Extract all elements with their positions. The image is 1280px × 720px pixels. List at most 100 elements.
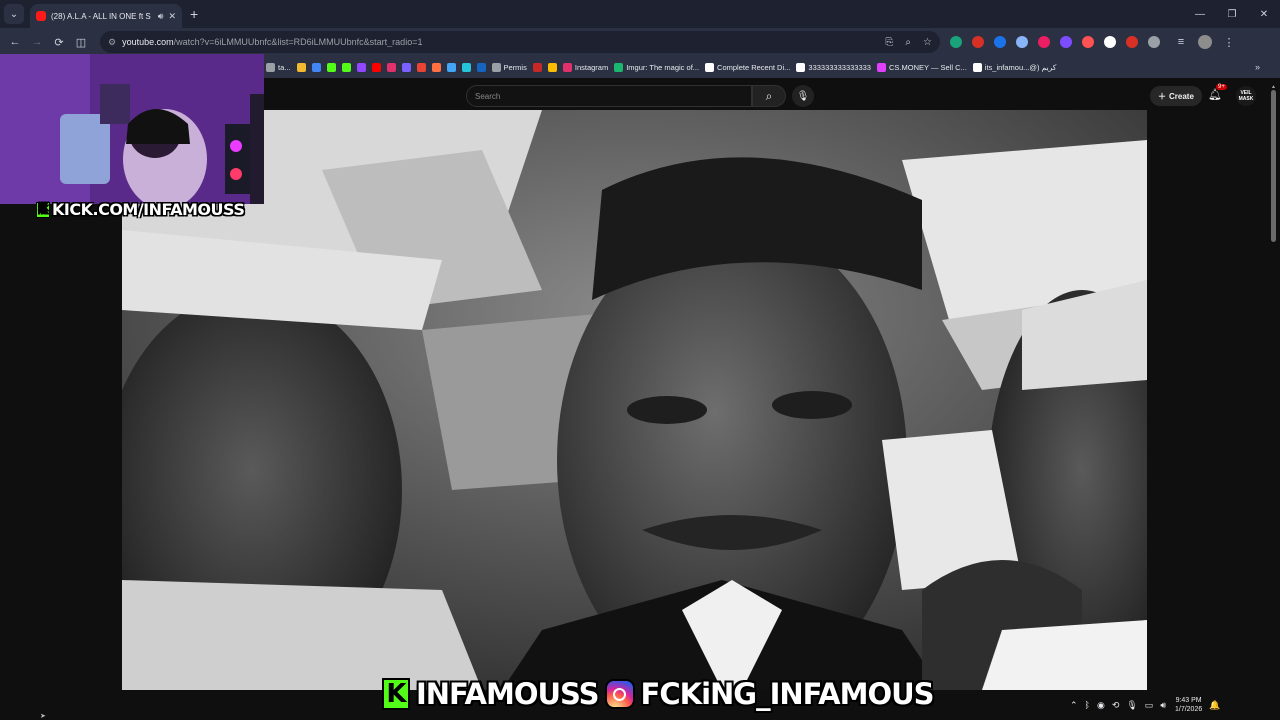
- bookmark-item[interactable]: Imgur: The magic of...: [614, 62, 700, 72]
- bookmark-item[interactable]: [476, 62, 486, 72]
- bookmark-item[interactable]: [416, 62, 426, 72]
- bookmark-item[interactable]: its_infamou...@) كريم: [972, 62, 1056, 72]
- bookmark-item[interactable]: [386, 62, 396, 72]
- extension-icon[interactable]: [1038, 36, 1050, 48]
- new-tab-button[interactable]: +: [190, 6, 198, 22]
- minimize-button[interactable]: —: [1184, 0, 1216, 28]
- bookmark-favicon-icon: [476, 62, 486, 72]
- url-text[interactable]: youtube.com/watch?v=6iLMMUUbnfc&list=RD6…: [122, 37, 873, 47]
- bookmark-favicon-icon: [326, 62, 336, 72]
- screen: ⌄ (28) A.L.A - ALL IN ONE ft S 🔊︎ ✕ + — …: [0, 0, 1280, 720]
- bookmark-favicon-icon: [446, 62, 456, 72]
- zoom-icon[interactable]: ⌕: [905, 37, 911, 48]
- bookmark-item[interactable]: [311, 62, 321, 72]
- extension-icon[interactable]: [972, 36, 984, 48]
- tab-active[interactable]: (28) A.L.A - ALL IN ONE ft S 🔊︎ ✕: [30, 4, 182, 28]
- bookmark-label: 333333333333333: [808, 62, 871, 72]
- volume-icon[interactable]: 🔊︎: [1160, 700, 1166, 711]
- bookmark-item[interactable]: [401, 62, 411, 72]
- webcam-overlay: [0, 54, 264, 204]
- restore-button[interactable]: ❐: [1216, 0, 1248, 28]
- bookmark-item[interactable]: [296, 62, 306, 72]
- url-host: youtube.com: [122, 37, 174, 47]
- bookmark-star-icon[interactable]: ☆: [923, 37, 932, 48]
- search-button[interactable]: ⌕: [752, 85, 786, 107]
- webcam-kick-handle: K KICK.COM/INFAMOUSS: [36, 200, 245, 219]
- cursor-icon: ➤: [40, 713, 46, 720]
- bookmark-favicon-icon: [356, 62, 366, 72]
- back-button[interactable]: ←: [4, 36, 26, 48]
- extension-icon[interactable]: [1060, 36, 1072, 48]
- tab-strip: ⌄ (28) A.L.A - ALL IN ONE ft S 🔊︎ ✕ + — …: [0, 0, 1280, 28]
- video-player[interactable]: [122, 110, 1147, 690]
- bookmark-item[interactable]: 333333333333333: [796, 62, 871, 72]
- extension-icon[interactable]: [1148, 36, 1160, 48]
- speaker-icon[interactable]: 🔊︎: [158, 11, 164, 22]
- extension-icon[interactable]: [994, 36, 1006, 48]
- bookmark-item[interactable]: [547, 62, 557, 72]
- bluetooth-icon[interactable]: ᛒ: [1085, 700, 1090, 710]
- bookmark-favicon-icon: [371, 62, 381, 72]
- extension-icon[interactable]: [1082, 36, 1094, 48]
- webcam-frame: [0, 54, 264, 204]
- bookmark-favicon-icon: [311, 62, 321, 72]
- account-avatar[interactable]: VEIL MASK: [1236, 86, 1256, 106]
- tab-search-icon[interactable]: ⌄: [4, 4, 24, 24]
- extension-icon[interactable]: [1104, 36, 1116, 48]
- clock[interactable]: 9:43 PM 1/7/2026: [1175, 696, 1202, 714]
- mic-icon[interactable]: 🎙︎: [1126, 700, 1137, 711]
- network-icon[interactable]: ▭: [1145, 700, 1154, 711]
- install-icon[interactable]: ⎘: [885, 37, 893, 48]
- sync-icon[interactable]: ⟲: [1112, 700, 1120, 711]
- bookmark-favicon-icon: [705, 62, 715, 72]
- bookmark-item[interactable]: [341, 62, 351, 72]
- create-label: Create: [1169, 91, 1194, 101]
- site-info-icon[interactable]: ⚙: [108, 37, 116, 48]
- notification-center-icon[interactable]: 🔔: [1209, 700, 1220, 711]
- bookmark-item[interactable]: [326, 62, 336, 72]
- bookmark-item[interactable]: [371, 62, 381, 72]
- toolbar: ← → ⟳ ◫ ⚙ youtube.com/watch?v=6iLMMUUbnf…: [0, 28, 1280, 56]
- bookmark-label: Imgur: The magic of...: [626, 62, 700, 72]
- bookmark-item[interactable]: Instagram: [562, 62, 608, 72]
- bookmark-favicon-icon: [614, 62, 624, 72]
- reload-button[interactable]: ⟳: [48, 36, 70, 49]
- bookmark-item[interactable]: [431, 62, 441, 72]
- bookmark-item[interactable]: [461, 62, 471, 72]
- discord-icon[interactable]: ◉: [1097, 700, 1105, 711]
- extension-icon[interactable]: [1126, 36, 1138, 48]
- bookmark-item[interactable]: [356, 62, 366, 72]
- bookmark-favicon-icon: [491, 62, 501, 72]
- search-input[interactable]: Search: [466, 85, 752, 107]
- bookmark-item[interactable]: [532, 62, 542, 72]
- bookmark-item[interactable]: Complete Recent Di...: [705, 62, 790, 72]
- bookmark-item[interactable]: ta...: [266, 62, 291, 72]
- bookmark-item[interactable]: CS.MONEY — Sell C...: [876, 62, 967, 72]
- chevron-up-icon[interactable]: ⌃: [1070, 700, 1078, 711]
- bookmark-item[interactable]: Permis: [491, 62, 527, 72]
- clock-time: 9:43 PM: [1175, 697, 1202, 704]
- scrollbar-thumb[interactable]: [1271, 90, 1276, 242]
- bookmark-favicon-icon: [876, 62, 886, 72]
- profile-avatar[interactable]: [1198, 35, 1212, 49]
- page-scrollbar[interactable]: ▲: [1271, 84, 1277, 686]
- bookmark-label: CS.MONEY — Sell C...: [888, 62, 967, 72]
- bookmark-label: Permis: [503, 62, 527, 72]
- create-button[interactable]: ＋ Create: [1150, 86, 1202, 106]
- voice-search-button[interactable]: 🎙︎: [792, 85, 814, 107]
- address-bar[interactable]: ⚙ youtube.com/watch?v=6iLMMUUbnfc&list=R…: [100, 31, 940, 53]
- bookmark-favicon-icon: [341, 62, 351, 72]
- bookmarks-more-icon[interactable]: »: [1255, 62, 1260, 72]
- split-view-button[interactable]: ◫: [70, 36, 92, 49]
- menu-icon[interactable]: ⋮: [1218, 36, 1240, 49]
- bookmark-item[interactable]: [446, 62, 456, 72]
- extension-icon[interactable]: [1016, 36, 1028, 48]
- bookmark-favicon-icon: [296, 62, 306, 72]
- close-window-button[interactable]: ✕: [1248, 0, 1280, 28]
- forward-button[interactable]: →: [26, 36, 48, 48]
- bookmark-favicon-icon: [401, 62, 411, 72]
- close-tab-icon[interactable]: ✕: [168, 11, 176, 22]
- bookmark-favicon-icon: [547, 62, 557, 72]
- extension-icon[interactable]: [950, 36, 962, 48]
- media-controls-icon[interactable]: ≡: [1170, 36, 1192, 48]
